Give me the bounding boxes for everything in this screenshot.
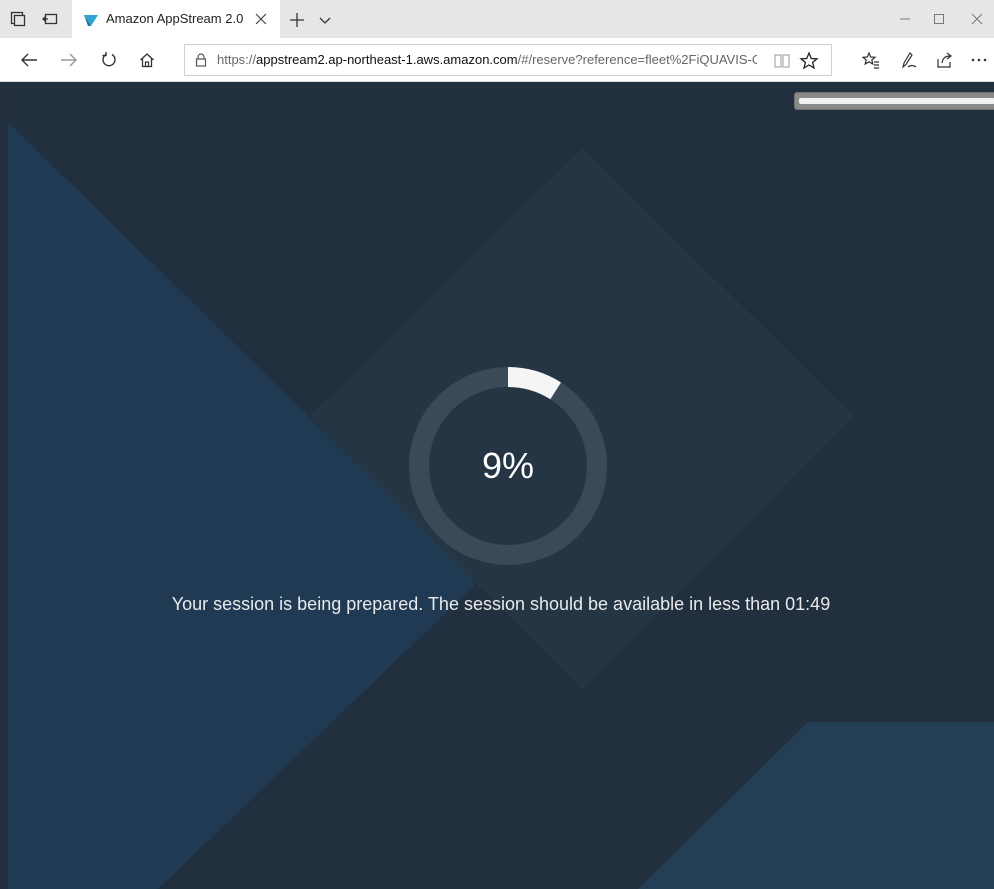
home-icon[interactable] bbox=[134, 48, 160, 72]
bottom-right-panel bbox=[638, 722, 994, 889]
pen-icon[interactable] bbox=[896, 48, 922, 72]
session-status-message: Your session is being prepared. The sess… bbox=[171, 594, 831, 614]
top-progress-fill bbox=[799, 98, 994, 104]
set-aside-tabs-icon[interactable] bbox=[8, 9, 28, 29]
close-icon[interactable] bbox=[252, 10, 270, 28]
lock-icon bbox=[193, 52, 209, 68]
favorites-icon[interactable] bbox=[858, 48, 884, 72]
back-arrow-icon[interactable] bbox=[16, 48, 42, 72]
refresh-icon[interactable] bbox=[96, 48, 122, 72]
url-path: /#/reserve?reference=fleet%2FiQUAVIS-O bbox=[517, 52, 757, 67]
tab-active[interactable]: Amazon AppStream 2.0 bbox=[72, 0, 280, 38]
browser-chrome: Amazon AppStream 2.0 https://appstream2.… bbox=[0, 0, 994, 82]
forward-arrow-icon[interactable] bbox=[56, 48, 82, 72]
maximize-icon[interactable] bbox=[928, 9, 950, 29]
appstream-favicon-icon bbox=[82, 11, 100, 29]
tab-title: Amazon AppStream 2.0 bbox=[106, 11, 244, 26]
star-icon[interactable] bbox=[799, 51, 819, 71]
url-scheme: https:// bbox=[217, 52, 257, 67]
chevron-down-icon[interactable] bbox=[314, 9, 336, 31]
reading-view-icon[interactable] bbox=[773, 52, 791, 70]
url-text: https://appstream2.ap-northeast-1.aws.am… bbox=[217, 52, 757, 67]
window-close-icon[interactable] bbox=[966, 9, 988, 29]
more-icon[interactable] bbox=[968, 48, 990, 72]
url-host: appstream2.ap-northeast-1.aws.amazon.com bbox=[256, 52, 518, 67]
progress-percent: 9% bbox=[481, 445, 535, 486]
appstream-loading-page: 9% Your session is being prepared. The s… bbox=[8, 82, 994, 889]
show-tabs-aside-icon[interactable] bbox=[40, 9, 60, 29]
navigation-bar: https://appstream2.ap-northeast-1.aws.am… bbox=[0, 38, 994, 82]
share-icon[interactable] bbox=[932, 48, 958, 72]
new-tab-icon[interactable] bbox=[286, 9, 308, 31]
top-progress-bar bbox=[794, 92, 994, 110]
address-bar[interactable]: https://appstream2.ap-northeast-1.aws.am… bbox=[184, 44, 832, 76]
tab-bar: Amazon AppStream 2.0 bbox=[0, 0, 994, 38]
minimize-icon[interactable] bbox=[894, 9, 916, 29]
progress-ring: 9% bbox=[408, 366, 608, 566]
